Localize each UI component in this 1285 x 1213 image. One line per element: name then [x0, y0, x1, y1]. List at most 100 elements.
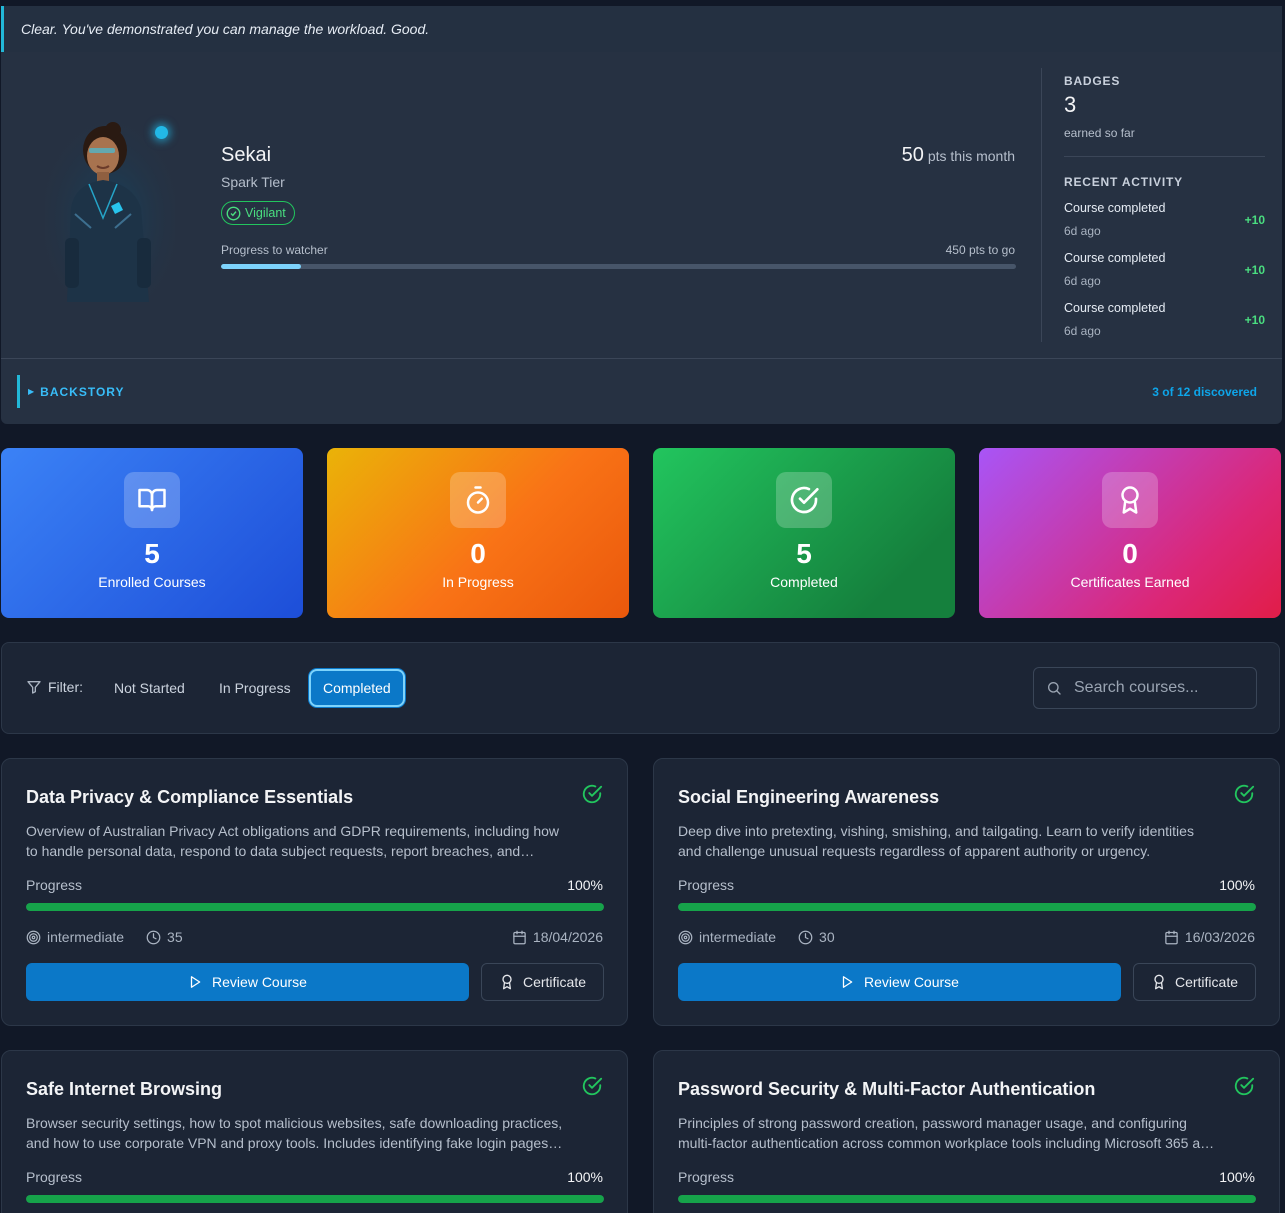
profile-badge-label: Vigilant	[245, 206, 286, 220]
award-icon	[1154, 974, 1164, 990]
activity-points: +10	[1244, 213, 1265, 227]
activity-title: Course completed	[1064, 301, 1166, 315]
course-description: Overview of Australian Privacy Act oblig…	[26, 823, 560, 859]
award-icon	[1102, 472, 1158, 528]
divider	[1064, 156, 1265, 157]
timer-icon	[450, 472, 506, 528]
completed-check-icon	[1233, 1075, 1255, 1102]
course-progress-bar	[678, 1195, 1256, 1203]
backstory-label: BACKSTORY	[40, 384, 125, 399]
divider	[1, 358, 1282, 359]
search-box	[1033, 667, 1257, 709]
course-date: 16/03/2026	[1164, 929, 1255, 945]
certificate-button[interactable]: Certificate	[481, 963, 604, 1001]
search-icon	[1048, 682, 1061, 695]
course-duration: 30	[819, 929, 835, 945]
course-title: Password Security & Multi-Factor Authent…	[678, 1079, 1096, 1099]
filter-not-started[interactable]: Not Started	[102, 669, 197, 707]
activity-item: Course completed 6d ago +10	[1064, 251, 1265, 295]
filter-icon	[27, 681, 41, 694]
course-date-text: 18/04/2026	[532, 929, 603, 945]
progress-label: Progress	[26, 877, 83, 893]
course-progress-fill	[26, 903, 604, 911]
course-duration: 35	[167, 929, 183, 945]
clock-icon	[146, 930, 161, 944]
filter-label-text: Filter:	[48, 679, 83, 695]
vertical-divider	[1041, 68, 1042, 342]
target-icon	[678, 930, 693, 944]
course-card: Social Engineering Awareness Deep dive i…	[653, 758, 1280, 1026]
course-description: Deep dive into pretexting, vishing, smis…	[678, 823, 1194, 859]
stat-value: 0	[1122, 538, 1138, 569]
course-card: Password Security & Multi-Factor Authent…	[653, 1050, 1280, 1213]
completed-check-icon	[581, 1075, 603, 1102]
points-this-month: 50 pts this month	[902, 144, 1015, 167]
certificate-label: Certificate	[1174, 974, 1239, 990]
certificate-label: Certificate	[522, 974, 587, 990]
avatar	[45, 118, 175, 302]
play-icon	[190, 976, 201, 988]
course-progress-fill	[678, 1195, 1256, 1203]
course-progress-bar	[26, 1195, 604, 1203]
check-circle-icon	[776, 472, 832, 528]
review-course-button[interactable]: Review Course	[26, 963, 469, 1001]
course-description: Principles of strong password creation, …	[678, 1115, 1216, 1151]
stat-label: Completed	[770, 574, 838, 590]
stat-value: 5	[144, 538, 160, 569]
activity-title: Course completed	[1064, 201, 1166, 215]
badges-count: 3	[1064, 92, 1077, 117]
activity-time: 6d ago	[1064, 324, 1101, 338]
award-icon	[502, 974, 512, 990]
filter-label: Filter:	[26, 679, 83, 695]
stat-label: In Progress	[442, 574, 514, 590]
chevron-right-icon: ▶	[28, 387, 35, 396]
stat-enrolled-courses: 5 Enrolled Courses	[1, 448, 303, 618]
progress-percent: 100%	[1219, 877, 1255, 893]
stat-value: 0	[470, 538, 486, 569]
filter-in-progress[interactable]: In Progress	[207, 669, 303, 707]
profile-name: Sekai	[221, 144, 272, 166]
progress-label: Progress	[678, 877, 735, 893]
calendar-icon	[513, 930, 526, 944]
completed-check-icon	[581, 783, 603, 810]
check-circle-icon	[226, 206, 241, 220]
course-card: Safe Internet Browsing Browser security …	[1, 1050, 628, 1213]
filter-completed[interactable]: Completed	[309, 669, 405, 707]
search-input[interactable]	[1074, 679, 1244, 697]
course-date: 18/04/2026	[512, 929, 603, 945]
profile-badge: Vigilant	[221, 201, 295, 225]
stat-label: Enrolled Courses	[98, 574, 206, 590]
progress-percent: 100%	[1219, 1169, 1255, 1185]
course-title: Social Engineering Awareness	[678, 787, 940, 807]
activity-item: Course completed 6d ago +10	[1064, 301, 1265, 345]
backstory-toggle[interactable]: ▶ BACKSTORY 3 of 12 discovered	[17, 375, 1267, 408]
recent-activity-heading: RECENT ACTIVITY	[1064, 175, 1183, 189]
course-card: Data Privacy & Compliance Essentials Ove…	[1, 758, 628, 1026]
clock-icon	[798, 930, 813, 944]
progress-percent: 100%	[567, 877, 603, 893]
stat-completed: 5 Completed	[653, 448, 955, 618]
review-course-button[interactable]: Review Course	[678, 963, 1121, 1001]
course-date-text: 16/03/2026	[1184, 929, 1255, 945]
progress-label: Progress	[26, 1169, 83, 1185]
course-progress-fill	[26, 1195, 604, 1203]
course-title: Safe Internet Browsing	[26, 1079, 223, 1099]
stat-value: 5	[796, 538, 812, 569]
review-course-label: Review Course	[212, 974, 307, 990]
certificate-button[interactable]: Certificate	[1133, 963, 1256, 1001]
target-icon	[26, 930, 41, 944]
progress-percent: 100%	[567, 1169, 603, 1185]
course-meta: intermediate 35	[26, 929, 183, 945]
activity-item: Course completed 6d ago +10	[1064, 201, 1265, 245]
course-meta: intermediate 30	[678, 929, 835, 945]
points-value: 50	[901, 144, 924, 166]
play-icon	[842, 976, 853, 988]
course-level: intermediate	[699, 929, 777, 945]
stat-certificates-earned: 0 Certificates Earned	[979, 448, 1281, 618]
activity-points: +10	[1244, 313, 1265, 327]
points-suffix: pts this month	[927, 148, 1015, 164]
stat-label: Certificates Earned	[1070, 574, 1190, 590]
backstory-discovered: 3 of 12 discovered	[1152, 384, 1257, 399]
review-course-label: Review Course	[864, 974, 959, 990]
activity-time: 6d ago	[1064, 224, 1101, 238]
